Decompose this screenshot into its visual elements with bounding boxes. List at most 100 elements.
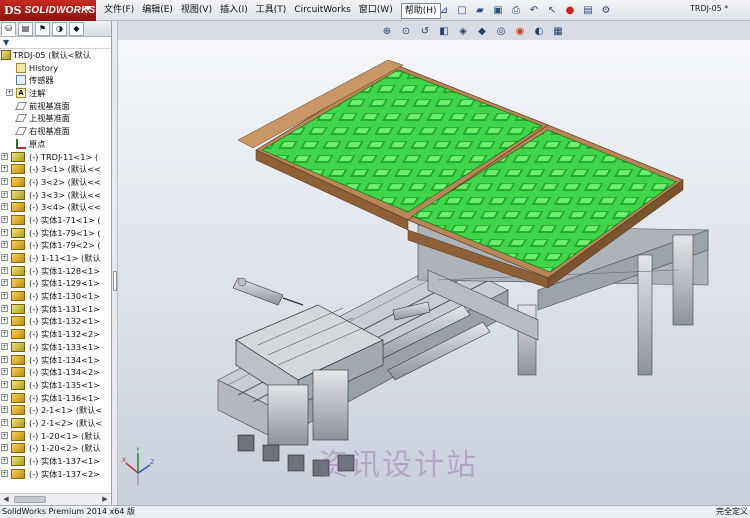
expand-icon[interactable]: + [1,457,8,464]
expand-icon[interactable]: + [1,431,8,439]
expand-icon[interactable]: + [1,215,8,223]
horizontal-scrollbar[interactable]: ◀ ▶ [0,493,111,505]
tree-component[interactable]: + (-) 实体1-134<2> [0,366,111,379]
configuration-manager-icon[interactable]: ⚑ [35,21,50,36]
expand-icon[interactable]: + [1,418,8,426]
tree-component[interactable]: + (-) 实体1-79<1> ( [0,227,111,240]
tree-component[interactable]: + (-) 2-1<2> (默认< [0,417,111,430]
tree-item[interactable]: 传感器 [0,74,111,87]
tree-component[interactable]: + (-) 1-20<1> (默认 [0,430,111,443]
display-manager-icon[interactable]: ◑ [52,21,67,36]
expand-icon[interactable]: + [1,330,8,338]
expand-icon[interactable]: + [1,241,8,249]
expand-icon[interactable]: + [1,368,8,376]
print-icon[interactable]: ⎙ [508,2,524,18]
zoom-area-icon[interactable]: ⊙ [399,24,413,38]
tree-component[interactable]: + (-) 3<3> (默认<< [0,189,111,202]
expand-icon[interactable]: + [1,152,8,160]
section-view-icon[interactable]: ◧ [437,24,451,38]
expand-icon[interactable]: + [1,254,8,261]
menu-item-6[interactable]: 窗口(W) [359,3,393,19]
menu-item-7[interactable]: 帮助(H) [400,3,441,19]
tree-component[interactable]: + (-) 实体1-134<1> [0,354,111,367]
tree-component[interactable]: + (-) 实体1-136<1> [0,392,111,405]
menu-item-0[interactable]: 文件(F) [104,3,134,19]
hide-show-items-icon[interactable]: ◎ [494,24,508,38]
menu-item-3[interactable]: 插入(I) [220,3,248,19]
feature-manager-icon[interactable]: ⛁ [1,21,16,36]
tree-component[interactable]: + (-) 实体1-135<1> [0,379,111,392]
new-icon[interactable]: □ [454,2,470,18]
scrollbar-thumb[interactable] [14,496,46,503]
graphics-area[interactable]: 资讯设计站 Y X Z [118,40,750,505]
tree-component[interactable]: + (-) 实体1-79<2> ( [0,239,111,252]
expand-icon[interactable]: + [1,317,8,325]
expand-icon[interactable]: + [1,342,8,350]
assembly-model[interactable] [118,40,750,505]
tree-component[interactable]: + (-) 1-11<1> (默认 [0,252,111,265]
tree-root-assembly[interactable]: TRDJ-05 (默认<默认 [0,49,111,62]
expand-icon[interactable]: + [6,89,13,97]
expand-icon[interactable]: + [1,292,8,300]
expand-icon[interactable]: + [1,380,8,388]
tree-item[interactable]: 前视基准面 [0,100,111,113]
tree-component[interactable]: + (-) 实体1-71<1> ( [0,214,111,227]
expand-icon[interactable]: + [1,279,8,287]
scroll-left-icon[interactable]: ◀ [1,495,11,504]
tree-component[interactable]: + (-) 3<1> (默认<< [0,163,111,176]
property-manager-icon[interactable]: ▤ [18,21,33,36]
tree-component[interactable]: + (-) 2-1<1> (默认< [0,404,111,417]
view-settings-icon[interactable]: ▦ [551,24,565,38]
tree-component[interactable]: + (-) 3<2> (默认<< [0,176,111,189]
menu-item-4[interactable]: 工具(T) [256,3,287,19]
expand-icon[interactable]: + [1,355,8,363]
tree-component[interactable]: + (-) 实体1-137<2> [0,468,111,481]
tree-filter[interactable]: ▼ [0,37,111,49]
open-icon[interactable]: ▰ [472,2,488,18]
edit-appearance-icon[interactable]: ◉ [513,24,527,38]
tree-item[interactable]: 原点 [0,138,111,151]
filter-icon[interactable]: ▼ [3,38,9,47]
expand-icon[interactable]: + [1,393,8,401]
tree-component[interactable]: + (-) 实体1-137<1> [0,455,111,468]
expand-icon[interactable]: + [1,266,8,274]
menu-item-5[interactable]: CircuitWorks [294,3,350,19]
expand-icon[interactable]: + [1,444,8,452]
options-icon[interactable]: ⚙ [598,2,614,18]
tree-component[interactable]: + (-) TRDJ-11<1> ( [0,151,111,164]
expand-icon[interactable]: + [1,165,8,173]
tree-component[interactable]: + (-) 实体1-132<1> [0,315,111,328]
tree-item[interactable]: History [0,62,111,75]
tree-component[interactable]: + (-) 实体1-129<1> [0,277,111,290]
expand-icon[interactable]: + [1,304,8,312]
zoom-to-fit-icon[interactable]: ⊕ [380,24,394,38]
tree-component[interactable]: + (-) 实体1-128<1> [0,265,111,278]
save-icon[interactable]: ▣ [490,2,506,18]
previous-view-icon[interactable]: ↺ [418,24,432,38]
tree-component[interactable]: + (-) 实体1-131<1> [0,303,111,316]
rebuild-icon[interactable]: ● [562,2,578,18]
apply-scene-icon[interactable]: ◐ [532,24,546,38]
tree-component[interactable]: + (-) 实体1-133<1> [0,341,111,354]
tree-component[interactable]: + (-) 实体1-132<2> [0,328,111,341]
scroll-right-icon[interactable]: ▶ [100,495,110,504]
menu-item-2[interactable]: 视图(V) [181,3,212,19]
view-orientation-icon[interactable]: ◈ [456,24,470,38]
tree-component[interactable]: + (-) 3<4> (默认<< [0,201,111,214]
expand-icon[interactable]: + [1,406,8,414]
expand-icon[interactable]: + [1,228,8,236]
expand-icon[interactable]: + [1,177,8,185]
tree-item[interactable]: 右视基准面 [0,125,111,138]
file-properties-icon[interactable]: ▤ [580,2,596,18]
select-icon[interactable]: ↖ [544,2,560,18]
expand-icon[interactable]: + [1,469,8,477]
display-style-icon[interactable]: ◆ [475,24,489,38]
expand-icon[interactable]: + [1,190,8,198]
tree-item[interactable]: + A 注解 [0,87,111,100]
collapse-panel-handle[interactable]: ⋮ [113,271,119,291]
expand-icon[interactable]: + [1,203,8,211]
tree-item[interactable]: 上视基准面 [0,112,111,125]
solidworks-logo-menu[interactable]: DS SOLIDWORKS [0,0,96,21]
tree-component[interactable]: + (-) 1-20<2> (默认 [0,442,111,455]
pin-icon[interactable]: ⊿ [436,2,452,18]
